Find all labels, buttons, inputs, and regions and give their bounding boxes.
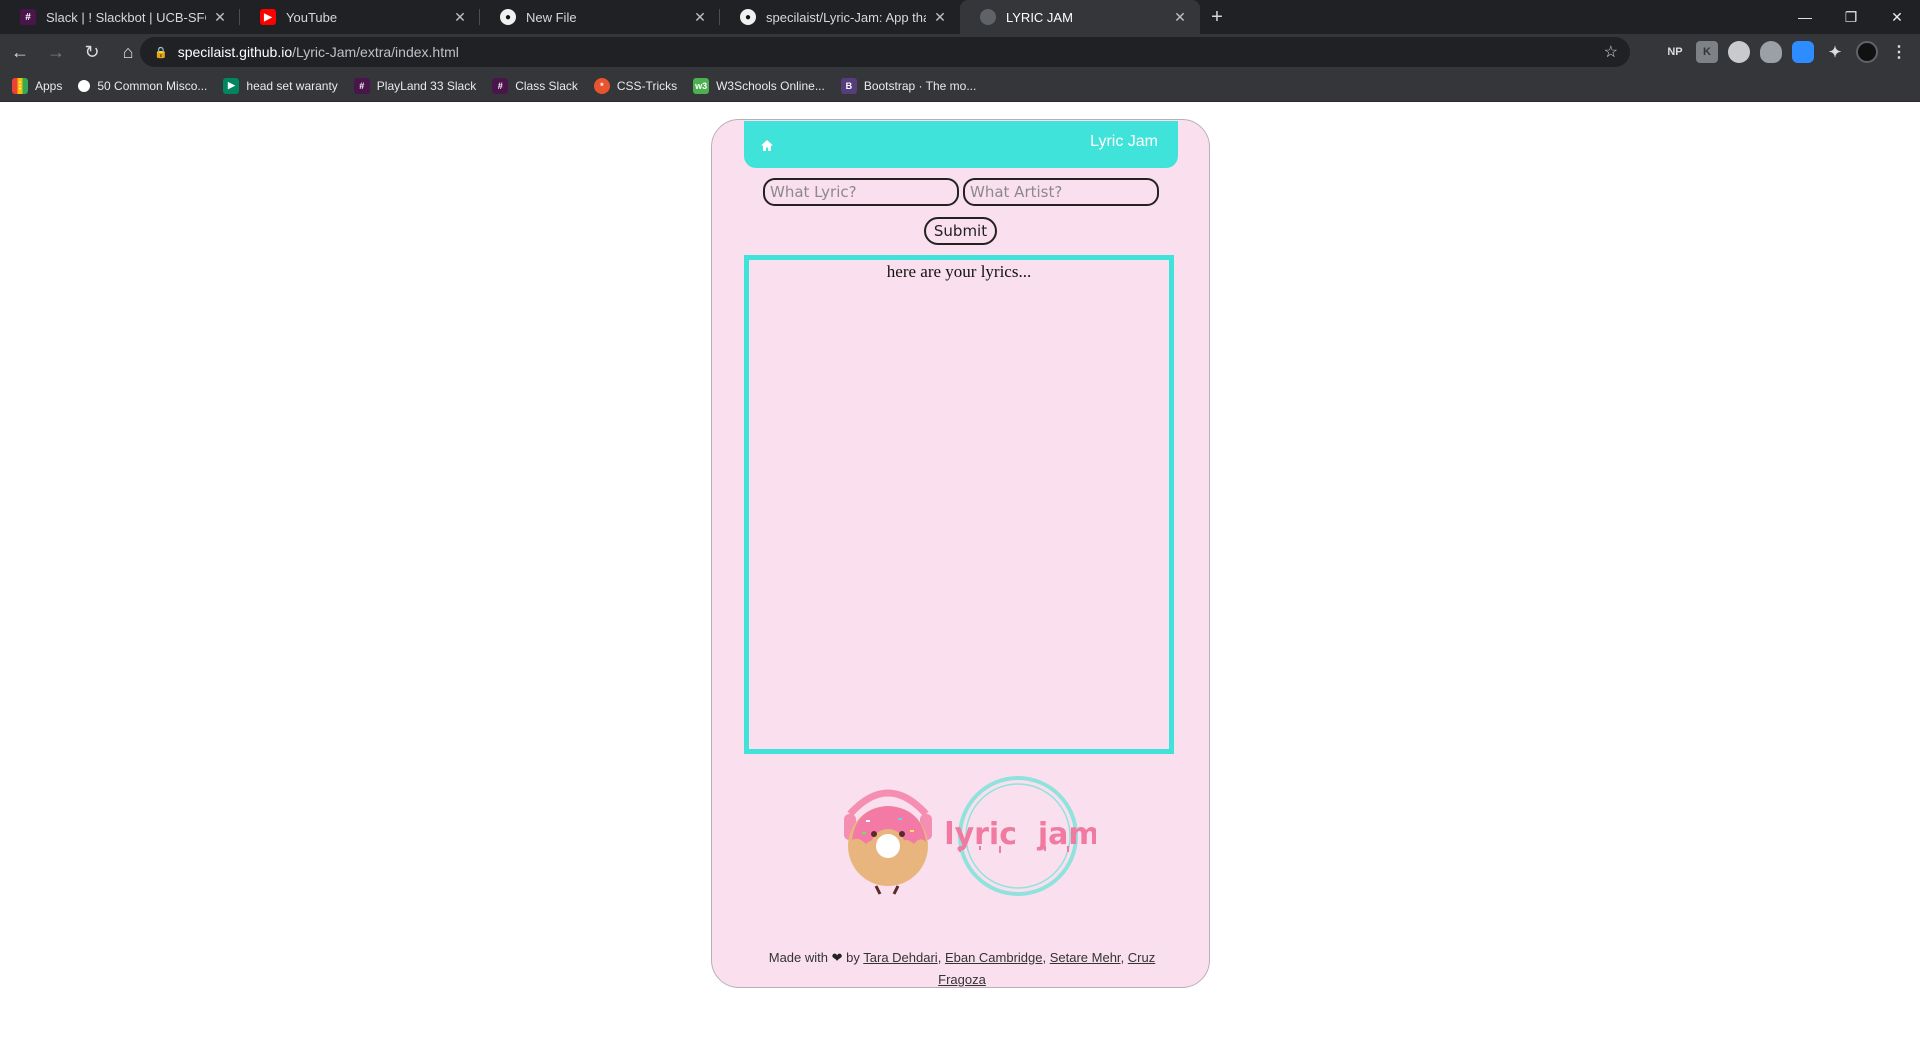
bookmarks-bar: ⋮ Apps 50 Common Misco... ▶ head set war… <box>0 70 1920 102</box>
close-tab-icon[interactable]: ✕ <box>212 9 228 26</box>
bookmark-label: CSS-Tricks <box>616 78 678 93</box>
close-tab-icon[interactable]: ✕ <box>932 9 948 26</box>
app-card: Lyric Jam Submit here are your lyrics... <box>711 119 1210 988</box>
bookmark-bootstrap[interactable]: B Bootstrap · The mo... <box>840 77 977 94</box>
css-tricks-icon: * <box>593 77 610 94</box>
close-tab-icon[interactable]: ✕ <box>452 9 468 26</box>
w3schools-icon: w3 <box>693 77 710 94</box>
close-tab-icon[interactable]: ✕ <box>692 9 708 26</box>
globe-icon <box>980 9 996 25</box>
heart-icon: ❤ <box>831 950 843 965</box>
tab-title: specilaist/Lyric-Jam: App that tak <box>766 9 926 25</box>
tab-youtube[interactable]: ▶ YouTube ✕ <box>240 0 480 34</box>
author-link-tara[interactable]: Tara Dehdari <box>863 950 937 965</box>
tab-title: YouTube <box>286 9 338 25</box>
tab-title: New File <box>526 9 577 25</box>
profile-avatar[interactable] <box>1856 41 1878 63</box>
tab-slack[interactable]: # Slack | ! Slackbot | UCB-SFC-FSF- ✕ <box>0 0 240 34</box>
close-tab-icon[interactable]: ✕ <box>1172 9 1188 26</box>
search-form <box>763 178 1163 206</box>
artist-input[interactable] <box>963 178 1159 206</box>
bookmark-css-tricks[interactable]: * CSS-Tricks <box>593 77 678 94</box>
author-link-setare[interactable]: Setare Mehr <box>1050 950 1121 965</box>
author-link-eban[interactable]: Eban Cambridge <box>945 950 1043 965</box>
footer-made-with: Made with <box>768 950 828 965</box>
page-viewport: Lyric Jam Submit here are your lyrics... <box>0 103 1920 1040</box>
bootstrap-icon: B <box>840 77 857 94</box>
browser-toolbar: ← → ↻ ⌂ 🔒 specilaist.github.io /Lyric-Ja… <box>0 34 1920 70</box>
slack-icon: # <box>20 9 36 25</box>
brand-link[interactable]: Lyric Jam <box>1090 133 1158 151</box>
minimize-icon[interactable]: — <box>1782 0 1828 34</box>
lyric-input[interactable] <box>763 178 959 206</box>
bookmark-headset-warranty[interactable]: ▶ head set waranty <box>223 77 338 94</box>
lyric-jam-logo: lyric jam <box>840 770 1100 900</box>
extensions-area: NP K ✦ ⋮ <box>1654 38 1910 66</box>
slack-icon: # <box>353 77 370 94</box>
forward-arrow-icon[interactable]: → <box>40 36 72 68</box>
bookmark-w3schools[interactable]: w3 W3Schools Online... <box>693 77 825 94</box>
tab-lyric-jam[interactable]: LYRIC JAM ✕ <box>960 0 1200 34</box>
app-navbar: Lyric Jam <box>744 121 1178 168</box>
play-store-icon: ▶ <box>223 77 240 94</box>
footer-credits: Made with ❤ by Tara Dehdari, Eban Cambri… <box>768 950 1156 987</box>
address-bar[interactable]: 🔒 specilaist.github.io /Lyric-Jam/extra/… <box>140 37 1630 67</box>
footer-by: by <box>846 950 860 965</box>
github-icon: ● <box>740 9 756 25</box>
lyrics-placeholder-text: here are your lyrics... <box>886 262 1032 281</box>
tab-lyric-jam-repo[interactable]: ● specilaist/Lyric-Jam: App that tak ✕ <box>720 0 960 34</box>
apps-grid-icon: ⋮ <box>12 77 28 94</box>
url-host: specilaist.github.io <box>177 44 293 60</box>
compass-extension-icon[interactable] <box>1728 41 1750 63</box>
youtube-icon: ▶ <box>260 9 276 25</box>
bookmark-misconceptions[interactable]: 50 Common Misco... <box>78 79 207 93</box>
lock-icon[interactable]: 🔒 <box>154 46 168 59</box>
window-controls: — ❐ ✕ <box>1782 0 1920 34</box>
github-icon: ● <box>500 9 516 25</box>
bookmark-label: 50 Common Misco... <box>97 78 208 93</box>
k-extension-icon[interactable]: K <box>1696 41 1718 63</box>
new-tab-button[interactable]: + <box>1200 0 1234 34</box>
bookmark-label: Apps <box>35 78 63 93</box>
shield-extension-icon[interactable] <box>1760 41 1782 63</box>
tab-strip: # Slack | ! Slackbot | UCB-SFC-FSF- ✕ ▶ … <box>0 0 1920 34</box>
bookmark-playland-slack[interactable]: # PlayLand 33 Slack <box>353 77 477 94</box>
restore-icon[interactable]: ❐ <box>1828 0 1874 34</box>
url-path: /Lyric-Jam/extra/index.html <box>292 44 459 60</box>
logo-text: lyric jam <box>944 817 1096 852</box>
bookmark-apps[interactable]: ⋮ Apps <box>12 77 63 94</box>
zoom-extension-icon[interactable] <box>1792 41 1814 63</box>
bookmark-label: W3Schools Online... <box>716 78 825 93</box>
bookmark-class-slack[interactable]: # Class Slack <box>492 77 578 94</box>
bookmark-dot-icon <box>78 79 91 92</box>
submit-button[interactable]: Submit <box>924 217 997 245</box>
tab-new-file[interactable]: ● New File ✕ <box>480 0 720 34</box>
bookmark-label: Class Slack <box>515 78 578 93</box>
back-arrow-icon[interactable]: ← <box>4 36 36 68</box>
menu-kebab-icon[interactable]: ⋮ <box>1888 41 1910 63</box>
close-window-icon[interactable]: ✕ <box>1874 0 1920 34</box>
tab-title: LYRIC JAM <box>1006 9 1073 25</box>
lyrics-output-box: here are your lyrics... <box>744 255 1174 754</box>
bookmark-star-icon[interactable]: ☆ <box>1604 42 1618 62</box>
tab-title: Slack | ! Slackbot | UCB-SFC-FSF- <box>46 9 206 25</box>
bookmark-label: head set waranty <box>246 78 338 93</box>
puzzle-extensions-icon[interactable]: ✦ <box>1824 41 1846 63</box>
np-extension-icon[interactable]: NP <box>1664 41 1686 63</box>
bookmark-label: PlayLand 33 Slack <box>376 78 477 93</box>
reload-icon[interactable]: ↻ <box>76 36 108 68</box>
home-icon[interactable] <box>760 139 774 156</box>
donut-mascot-icon <box>844 789 932 895</box>
slack-icon: # <box>492 77 509 94</box>
bookmark-label: Bootstrap · The mo... <box>863 78 977 93</box>
